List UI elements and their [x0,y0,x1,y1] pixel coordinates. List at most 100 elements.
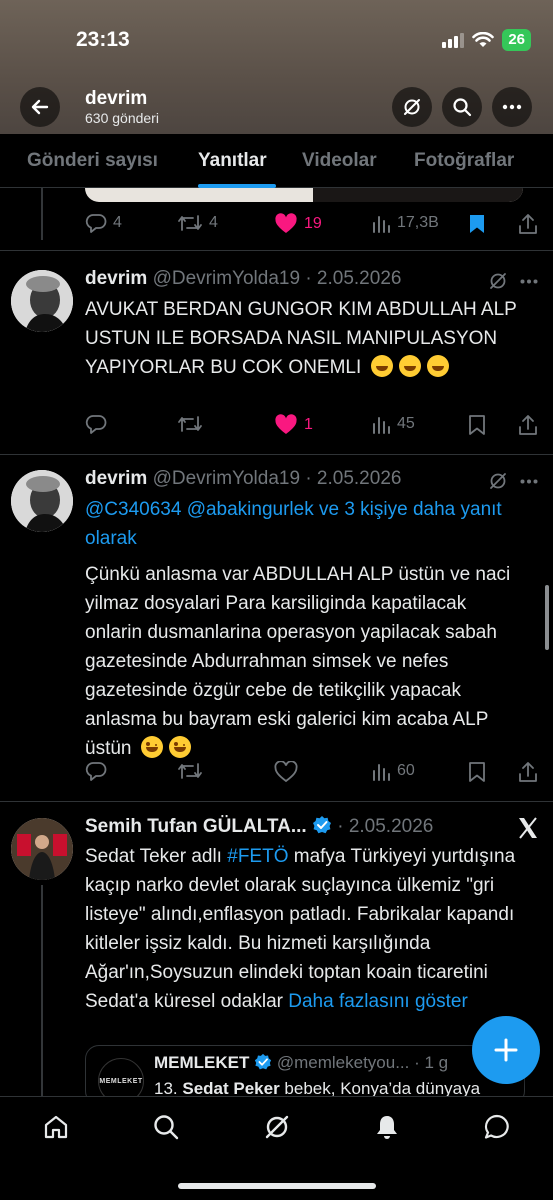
scrollbar-thumb[interactable] [545,585,549,650]
share-button[interactable] [518,414,538,436]
tab-replies[interactable]: Yanıtlar [198,150,267,172]
more-button[interactable] [492,87,532,127]
like-button[interactable]: 19 [274,213,322,235]
nav-search[interactable] [150,1111,182,1143]
reply-button[interactable] [85,761,107,781]
post-body: mafya Türkiyeyi yurtdışına kaçıp narko d… [85,846,516,1012]
winking-emoji [140,736,163,758]
repost-count: 4 [209,214,218,231]
views-button[interactable]: 17,3B [371,213,439,233]
meta-separator: · [305,268,312,289]
meta-separator: · [337,816,344,837]
avatar[interactable] [11,470,73,532]
reply-icon [85,214,107,233]
nav-messages[interactable] [481,1111,513,1143]
repost-icon [178,763,202,779]
post-date[interactable]: 2.05.2026 [317,468,402,489]
like-count: 1 [304,416,313,433]
show-more-link[interactable]: Daha fazlasını göster [288,991,468,1012]
post-text: AVUKAT BERDAN GUNGOR KIM ABDULLAH ALP US… [85,295,520,382]
back-arrow-icon [31,99,49,115]
bookmark-button[interactable] [468,213,486,235]
profile-header: 23:13 26 devrim 630 gönderi [0,0,553,134]
hashtag-link[interactable]: #FETÖ [227,846,288,867]
share-icon [519,762,537,782]
author-handle[interactable]: @DevrimYolda19 [153,468,300,489]
bookmark-button[interactable] [468,414,486,436]
repost-icon [178,215,202,231]
heart-icon [275,213,297,233]
like-button[interactable]: 1 [274,414,313,436]
post-divider [0,454,553,455]
repost-button[interactable] [177,761,203,781]
plus-icon [494,1038,518,1062]
views-icon [373,216,390,233]
views-button[interactable]: 45 [371,414,415,434]
tab-videos[interactable]: Videolar [302,150,377,172]
search-button[interactable] [442,87,482,127]
author-handle[interactable]: @DevrimYolda19 [153,268,300,289]
view-count: 17,3B [397,214,439,231]
more-icon [502,104,522,110]
grinning-emoji [370,355,393,377]
status-time: 23:13 [76,28,130,51]
post-text: Sedat Teker adlı #FETÖ mafya Türkiyeyi y… [85,842,520,1016]
post-media[interactable] [85,188,523,202]
profile-tabs: Gönderi sayısı Yanıtlar Videolar Fotoğra… [0,134,553,188]
reply-context[interactable]: @C340634 @abakingurlek ve 3 kişiye daha … [85,495,520,553]
share-icon [519,214,537,234]
profile-name: devrim [85,88,148,109]
views-button[interactable]: 60 [371,761,415,781]
more-icon[interactable] [520,279,538,284]
tab-posts[interactable]: Gönderi sayısı [27,150,158,172]
post-actions: 4 4 19 17,3B [85,213,540,237]
tab-photos[interactable]: Fotoğraflar [414,150,514,172]
author-name[interactable]: devrim [85,268,147,289]
post-date[interactable]: 2.05.2026 [317,268,402,289]
home-indicator [178,1183,376,1189]
nav-grok[interactable] [261,1111,293,1143]
signal-icon [442,32,465,48]
grok-button[interactable] [392,87,432,127]
reply-button[interactable]: 4 [85,213,122,233]
search-icon [453,98,472,117]
grok-icon [265,1115,289,1139]
author-name[interactable]: Semih Tufan GÜLALTA... [85,816,307,837]
reply-count: 4 [113,214,122,231]
compose-button[interactable] [472,1016,540,1084]
repost-button[interactable] [177,414,203,434]
home-icon [44,1115,68,1139]
back-button[interactable] [20,87,60,127]
wifi-icon [472,32,495,47]
bookmark-button[interactable] [468,761,486,783]
more-icon[interactable] [520,479,538,484]
author-name[interactable]: devrim [85,468,147,489]
grok-icon[interactable] [488,271,508,291]
nav-notifications[interactable] [371,1111,403,1143]
verified-icon [255,1053,272,1070]
nav-home[interactable] [40,1111,72,1143]
search-icon [154,1115,179,1140]
quote-author-name: MEMLEKET [154,1053,250,1072]
messages-icon [484,1114,509,1139]
post-count: 630 gönderi [85,110,159,126]
grok-icon[interactable] [488,471,508,491]
repost-button[interactable]: 4 [177,213,218,233]
post-divider [0,250,553,251]
reply-button[interactable] [85,414,107,434]
avatar[interactable] [11,818,73,880]
avatar[interactable] [11,270,73,332]
views-icon [373,417,390,434]
like-button[interactable] [274,761,298,783]
view-count: 45 [397,415,415,432]
quote-time: · 1 g [414,1053,449,1072]
bookmark-icon [470,215,484,233]
share-button[interactable] [518,761,538,783]
post-body: AVUKAT BERDAN GUNGOR KIM ABDULLAH ALP US… [85,299,517,378]
post-date[interactable]: 2.05.2026 [349,816,434,837]
share-button[interactable] [518,213,538,235]
quote-handle: @memleketyou... [276,1053,410,1072]
grok-icon [404,99,420,115]
bookmark-icon [469,415,485,435]
thread-line [41,885,43,1096]
